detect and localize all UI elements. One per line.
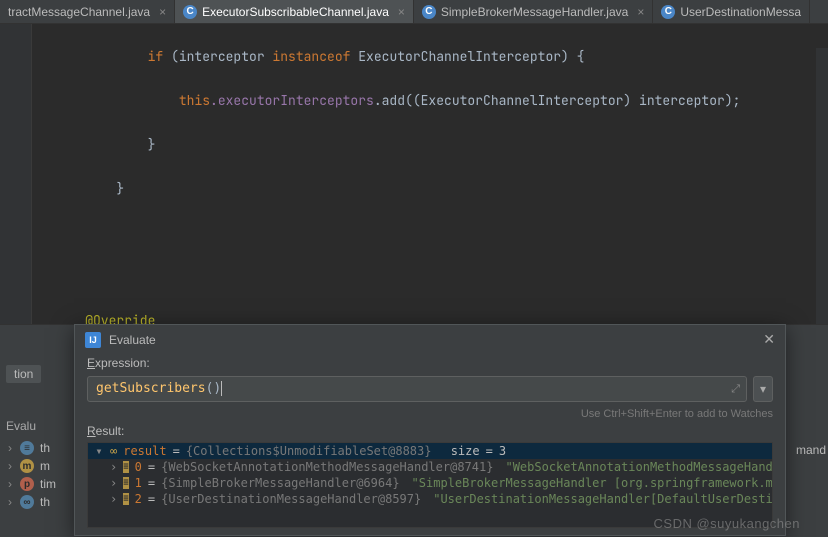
element-icon: ≡ [123, 461, 128, 473]
thread-icon: ∞ [20, 495, 34, 509]
dialog-titlebar[interactable]: IJ Evaluate ✕ [75, 325, 785, 354]
result-label: Result: [87, 424, 773, 438]
close-icon[interactable]: × [637, 5, 644, 19]
frame-row[interactable]: ›≡th [6, 439, 56, 457]
chevron-right-icon[interactable]: › [110, 492, 117, 506]
code-editor[interactable]: if (interceptor instanceof ExecutorChann… [0, 24, 828, 324]
tab-label: UserDestinationMessa [680, 5, 801, 19]
class-icon: C [661, 5, 675, 19]
code-content: if (interceptor instanceof ExecutorChann… [32, 24, 828, 324]
class-icon: C [183, 5, 197, 19]
result-root[interactable]: ▾ ∞ result = {Collections$UnmodifiableSe… [88, 443, 772, 459]
intellij-icon: IJ [85, 332, 101, 348]
expression-label: Expression: [87, 356, 773, 370]
tab-file-2[interactable]: C SimpleBrokerMessageHandler.java × [414, 0, 653, 23]
tab-label: ExecutorSubscribableChannel.java [202, 5, 389, 19]
chevron-down-icon[interactable]: ▾ [94, 444, 104, 458]
editor-tab-bar: tractMessageChannel.java × C ExecutorSub… [0, 0, 828, 24]
class-icon: C [422, 5, 436, 19]
element-icon: ≡ [123, 493, 128, 505]
truncated-text: mand [796, 443, 826, 457]
frame-row[interactable]: ›mm [6, 457, 56, 475]
editor-scrollbar[interactable] [816, 48, 828, 348]
debug-tab[interactable]: tion [6, 365, 41, 383]
tab-label: tractMessageChannel.java [8, 5, 150, 19]
debug-frames: Evalu ›≡th ›mm ›ptim ›∞th [6, 419, 56, 511]
history-dropdown[interactable]: ▾ [753, 376, 773, 402]
editor-gutter [0, 24, 32, 324]
close-icon[interactable]: ✕ [763, 331, 775, 348]
result-item[interactable]: › ≡ 1 = {SimpleBrokerMessageHandler@6964… [88, 475, 772, 491]
watch-icon: ∞ [110, 444, 117, 458]
thread-icon: ≡ [20, 441, 34, 455]
hint-text: Use Ctrl+Shift+Enter to add to Watches [87, 408, 773, 420]
expand-icon[interactable]: ⤢ [731, 382, 740, 396]
element-icon: ≡ [123, 477, 128, 489]
dialog-title: Evaluate [109, 333, 156, 347]
result-item[interactable]: › ≡ 0 = {WebSocketAnnotationMethodMessag… [88, 459, 772, 475]
close-icon[interactable]: × [159, 5, 166, 19]
tab-file-3[interactable]: C UserDestinationMessa [653, 0, 810, 23]
tab-file-1[interactable]: C ExecutorSubscribableChannel.java × [175, 0, 414, 23]
frame-row[interactable]: ›∞th [6, 493, 56, 511]
chevron-right-icon[interactable]: › [110, 460, 117, 474]
chevron-down-icon: ▾ [760, 382, 766, 396]
close-icon[interactable]: × [398, 5, 405, 19]
frame-row[interactable]: ›ptim [6, 475, 56, 493]
result-tree[interactable]: ▾ ∞ result = {Collections$UnmodifiableSe… [87, 442, 773, 528]
tab-file-0[interactable]: tractMessageChannel.java × [0, 0, 175, 23]
param-icon: p [20, 477, 34, 491]
result-item[interactable]: › ≡ 2 = {UserDestinationMessageHandler@8… [88, 491, 772, 507]
frames-title: Evalu [6, 419, 56, 433]
evaluate-dialog: IJ Evaluate ✕ Expression: getSubscribers… [74, 324, 786, 536]
method-icon: m [20, 459, 34, 473]
tab-label: SimpleBrokerMessageHandler.java [441, 5, 628, 19]
expression-input[interactable]: getSubscribers() ⤢ [87, 376, 747, 402]
chevron-right-icon[interactable]: › [110, 476, 117, 490]
